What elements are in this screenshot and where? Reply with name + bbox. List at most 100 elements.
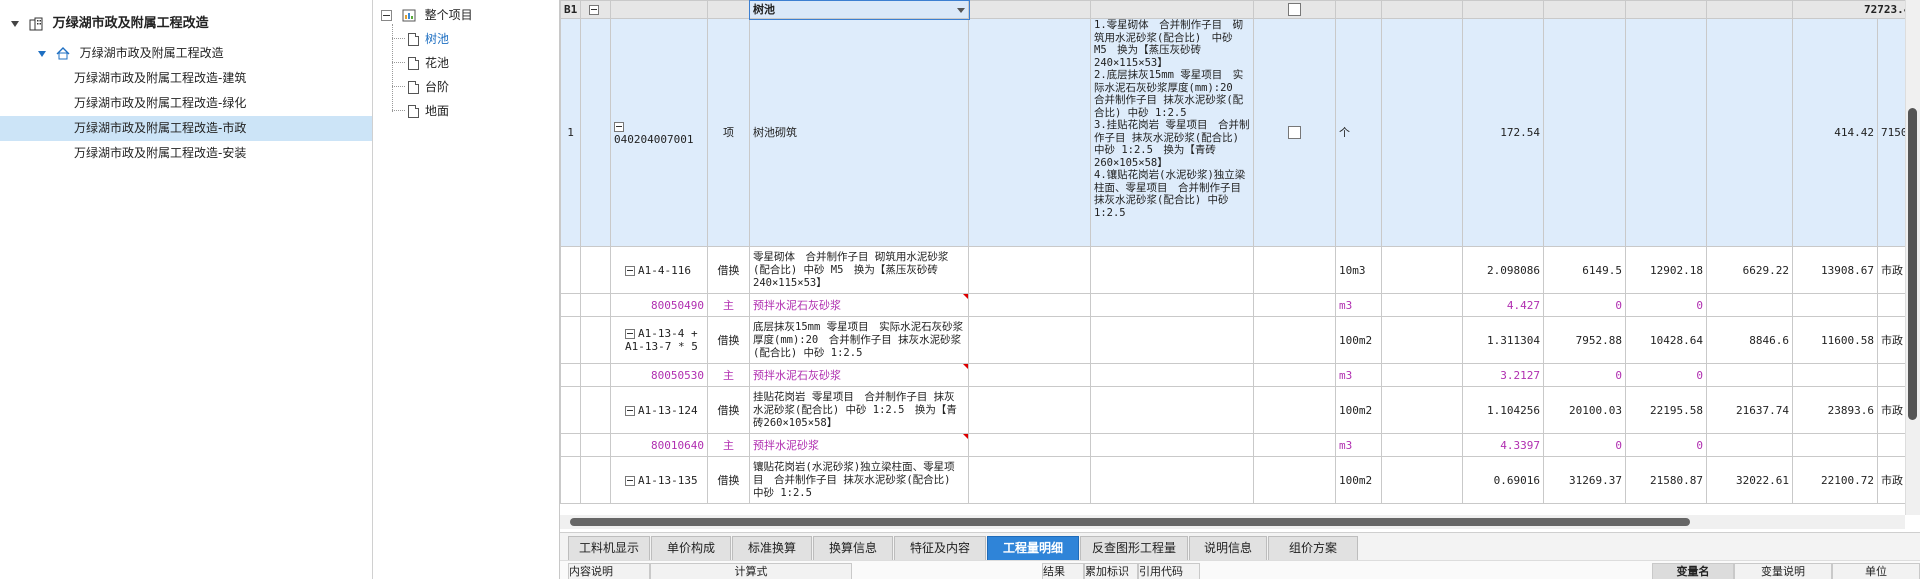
col-accumulate[interactable]: 累加标识 <box>1084 563 1138 579</box>
detail-header-bar: 内容说明 计算式 结果 累加标识 引用代码 变量名 变量说明 单位 <box>560 560 1920 579</box>
tree-item-greening[interactable]: 万绿湖市政及附属工程改造-绿化 <box>0 91 372 116</box>
tree-root-row[interactable]: 万绿湖市政及附属工程改造 <box>0 11 372 36</box>
header-checkbox[interactable] <box>1288 3 1301 17</box>
header-blank <box>707 0 750 19</box>
tab-description[interactable]: 说明信息 <box>1189 536 1267 561</box>
item-checkbox-cell[interactable] <box>1253 18 1336 247</box>
subitem-blank <box>1253 293 1336 317</box>
tab-quantity-detail[interactable]: 工程量明细 <box>987 536 1079 561</box>
subitem-name[interactable]: 零星砌体 合并制作子目 砌筑用水泥砂浆(配合比) 中砂 M5 换为【蒸压灰砂砖2… <box>749 246 969 294</box>
subitem-qty: 1.311304 <box>1462 316 1544 364</box>
scroll-thumb[interactable] <box>570 518 1690 526</box>
tab-pricing-scheme[interactable]: 组价方案 <box>1268 536 1358 561</box>
tree-item-municipal[interactable]: 万绿湖市政及附属工程改造-市政 <box>0 116 372 141</box>
subitem-name[interactable]: 底层抹灰15mm 零星项目 实际水泥石灰砂浆厚度(mm):20 合并制作子目 抹… <box>749 316 969 364</box>
tree-item-building[interactable]: 万绿湖市政及附属工程改造-建筑 <box>0 66 372 91</box>
col-result[interactable]: 结果 <box>1042 563 1084 579</box>
section-root-row[interactable]: 整个项目 <box>381 4 473 26</box>
subitem-code-text: A1-13-135 <box>638 473 698 487</box>
scroll-thumb[interactable] <box>1908 108 1917 420</box>
subitem-price-3 <box>1706 293 1793 317</box>
collapse-arrow-icon[interactable] <box>38 50 46 57</box>
col-unit[interactable]: 单位 <box>1832 563 1920 579</box>
material-row[interactable]: 80050490 主预拌水泥石灰砂浆 m3 4.427 0 0 <box>560 293 1920 317</box>
tab-labor-material[interactable]: 工料机显示 <box>568 536 650 561</box>
grid-header-row[interactable]: B1 树池 72723.47 <box>560 0 1920 20</box>
section-item-steps[interactable]: 台阶 <box>408 76 449 98</box>
subitem-price-3 <box>1706 433 1793 457</box>
subitem-unit: 100m2 <box>1335 316 1382 364</box>
section-item-tree-pit[interactable]: 树池 <box>408 28 449 50</box>
subitem-blank <box>1381 386 1463 434</box>
subitem-code[interactable]: A1-13-135 <box>610 456 708 504</box>
collapse-box-icon[interactable] <box>625 475 635 486</box>
collapse-box-icon[interactable] <box>625 405 635 416</box>
subitem-price-2: 0 <box>1625 363 1707 387</box>
subitem-code[interactable]: A1-4-116 <box>610 246 708 294</box>
subitem-blank <box>968 386 1091 434</box>
header-checkbox-cell[interactable] <box>1253 0 1336 19</box>
section-item-flower-bed[interactable]: 花池 <box>408 52 449 74</box>
tree-item-install[interactable]: 万绿湖市政及附属工程改造-安装 <box>0 141 372 166</box>
material-row[interactable]: 80050530 主预拌水泥石灰砂浆 m3 3.2127 0 0 <box>560 363 1920 387</box>
subitem-name[interactable]: 预拌水泥石灰砂浆 <box>749 363 969 387</box>
subitem-blank <box>1090 363 1254 387</box>
col-ref-code[interactable]: 引用代码 <box>1138 563 1200 579</box>
subitem-qty: 3.2127 <box>1462 363 1544 387</box>
collapse-box-icon[interactable] <box>381 10 392 21</box>
dropdown-arrow-icon[interactable] <box>957 8 965 13</box>
tab-conversion-info[interactable]: 换算信息 <box>813 536 893 561</box>
item-checkbox[interactable] <box>1288 126 1301 140</box>
item-name[interactable]: 树池砌筑 <box>749 18 969 247</box>
header-name-dropdown[interactable]: 树池 <box>748 0 970 20</box>
subitem-blank <box>1253 363 1336 387</box>
subitem-code[interactable]: 80050490 <box>610 293 708 317</box>
subitem-code[interactable]: A1-13-124 <box>610 386 708 434</box>
subitem-name[interactable]: 挂贴花岗岩 零星项目 合并制作子目 抹灰水泥砂浆(配合比) 中砂 1:2.5 换… <box>749 386 969 434</box>
subitem-row[interactable]: A1-13-124 借换 挂贴花岗岩 零星项目 合并制作子目 抹灰水泥砂浆(配合比)… <box>560 386 1920 434</box>
collapse-arrow-icon[interactable] <box>11 20 19 27</box>
subitem-code[interactable]: 80010640 <box>610 433 708 457</box>
tab-features[interactable]: 特征及内容 <box>894 536 986 561</box>
col-var-name[interactable]: 变量名 <box>1652 563 1734 579</box>
col-var-desc[interactable]: 变量说明 <box>1734 563 1832 579</box>
subitem-price-3: 8846.6 <box>1706 316 1793 364</box>
tree-child-row[interactable]: 万绿湖市政及附属工程改造 <box>0 41 372 66</box>
subitem-type: 主 <box>707 363 750 387</box>
subitem-blank <box>1381 293 1463 317</box>
subitem-code[interactable]: 80050530 <box>610 363 708 387</box>
subitem-unit: m3 <box>1335 293 1382 317</box>
main-item-row[interactable]: 1 040204007001 项 树池砌筑 1.零星砌体 合并制作子目 砌筑用水… <box>560 18 1920 247</box>
subitem-code[interactable]: A1-13-4 + A1-13-7 * 5 <box>610 316 708 364</box>
subitem-row[interactable]: A1-13-4 + A1-13-7 * 5 借换 底层抹灰15mm 零星项目 实际水… <box>560 316 1920 364</box>
subitem-name[interactable]: 预拌水泥石灰砂浆 <box>749 293 969 317</box>
section-item-ground[interactable]: 地面 <box>408 100 449 122</box>
subitem-qty: 0.69016 <box>1462 456 1544 504</box>
horizontal-scrollbar[interactable] <box>560 515 1905 529</box>
subitem-blank <box>968 456 1091 504</box>
subitem-row[interactable]: A1-4-116 借换 零星砌体 合并制作子目 砌筑用水泥砂浆(配合比) 中砂 M5… <box>560 246 1920 294</box>
subitem-name[interactable]: 镶贴花岗岩(水泥砂浆)独立梁柱面、零星项目 合并制作子目 抹灰水泥砂浆(配合比)… <box>749 456 969 504</box>
collapse-box-icon[interactable] <box>625 329 635 339</box>
vertical-scrollbar[interactable] <box>1905 0 1920 515</box>
subitem-name[interactable]: 预拌水泥砂浆 <box>749 433 969 457</box>
subitem-price-2: 0 <box>1625 433 1707 457</box>
collapse-box-icon[interactable] <box>614 121 624 132</box>
subitem-price-4 <box>1792 433 1878 457</box>
header-collapse[interactable] <box>580 0 611 19</box>
item-features[interactable]: 1.零星砌体 合并制作子目 砌筑用水泥砂浆(配合比) 中砂 M5 换为【蒸压灰砂… <box>1090 18 1254 247</box>
subitem-row[interactable]: A1-13-135 借换 镶贴花岗岩(水泥砂浆)独立梁柱面、零星项目 合并制作子目 … <box>560 456 1920 504</box>
item-code-cell[interactable]: 040204007001 <box>610 18 708 247</box>
material-row[interactable]: 80010640 主预拌水泥砂浆 m3 4.3397 0 0 <box>560 433 1920 457</box>
subitem-price-1: 0 <box>1543 293 1626 317</box>
collapse-box-icon[interactable] <box>589 5 599 15</box>
subitem-code-text: 80010640 <box>651 438 704 452</box>
tab-standard-conversion[interactable]: 标准换算 <box>732 536 812 561</box>
col-content-desc[interactable]: 内容说明 <box>568 563 650 579</box>
subitem-price-3 <box>1706 363 1793 387</box>
tab-unit-price[interactable]: 单价构成 <box>651 536 731 561</box>
tab-reverse-lookup[interactable]: 反查图形工程量 <box>1080 536 1188 561</box>
collapse-box-icon[interactable] <box>625 265 635 276</box>
col-formula[interactable]: 计算式 <box>650 563 852 579</box>
item-blank <box>1706 18 1793 247</box>
